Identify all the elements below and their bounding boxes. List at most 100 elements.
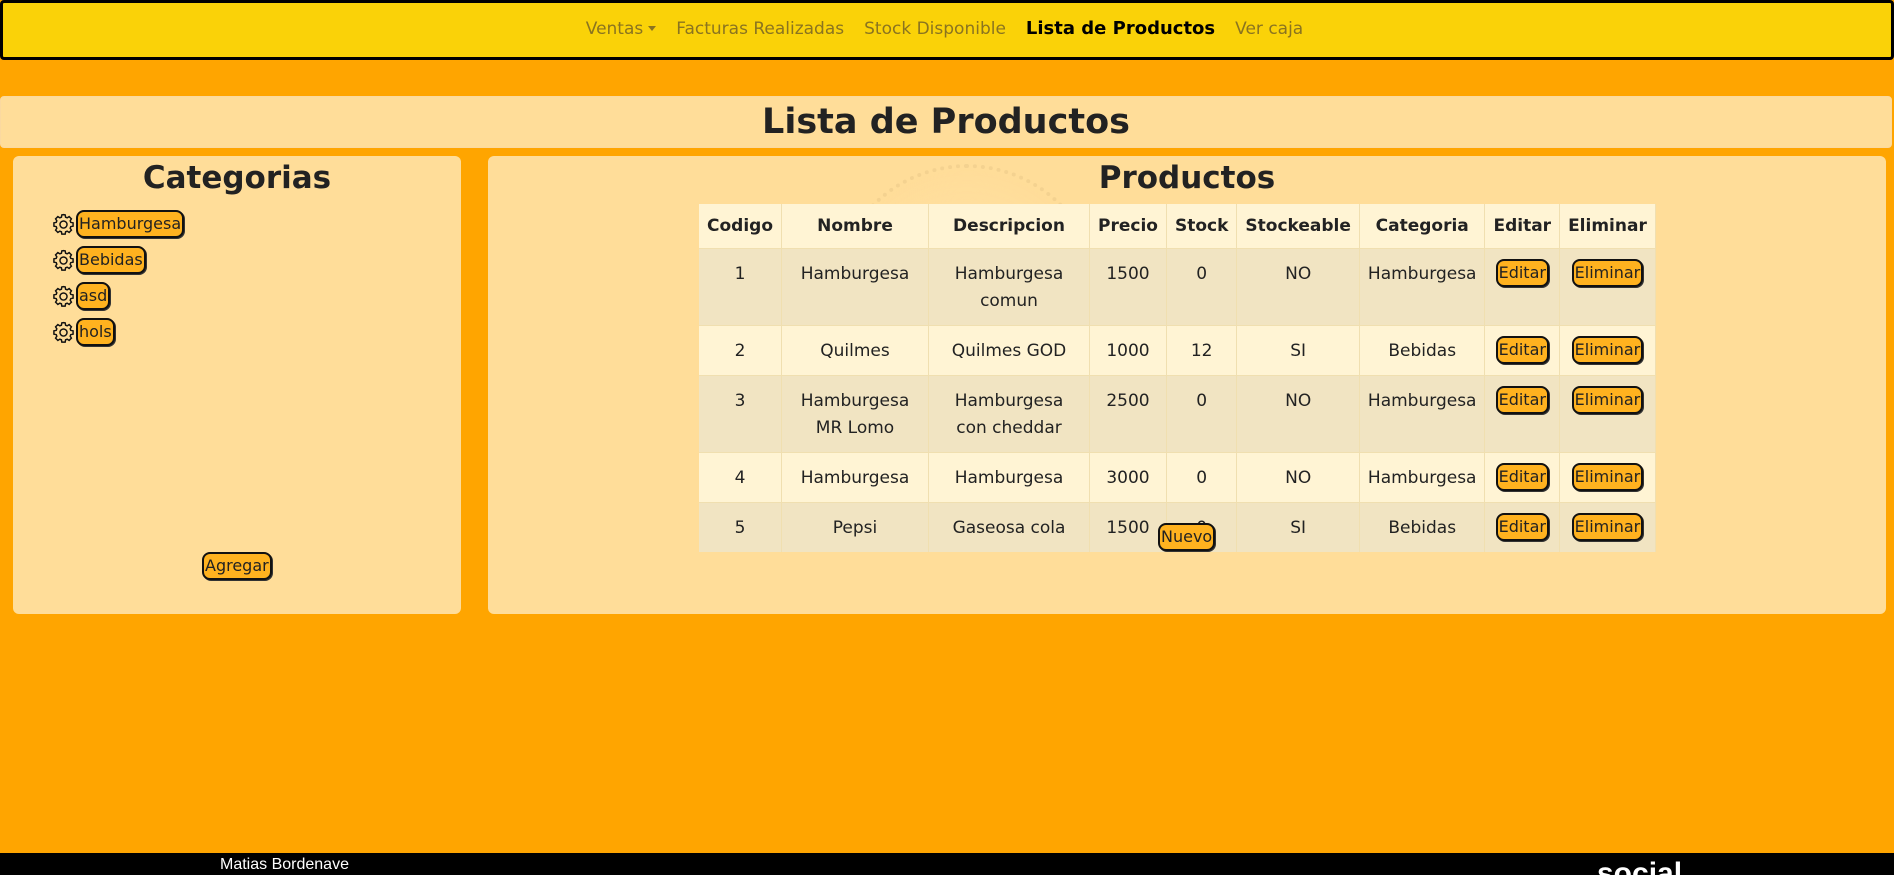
categoria-button[interactable]: Hamburgesa <box>76 210 185 238</box>
caret-down-icon <box>648 25 657 31</box>
cell-codigo: 1 <box>699 248 782 326</box>
cell-stockeable: NO <box>1236 452 1360 503</box>
cell-editar: Editar <box>1484 502 1561 552</box>
cell-stockeable: SI <box>1236 502 1360 552</box>
cell-nombre: Quilmes <box>781 325 929 376</box>
cell-codigo: 2 <box>699 325 782 376</box>
cell-codigo: 4 <box>699 452 782 503</box>
table-header-row: Codigo Nombre Descripcion Precio Stock Stocke… <box>699 204 1656 249</box>
cell-categoria: Bebidas <box>1359 502 1486 552</box>
column-header: Eliminar <box>1559 204 1656 249</box>
top-navbar: Ventas Facturas Realizadas Stock Disponi… <box>0 0 1894 60</box>
cell-descripcion: Quilmes GOD <box>928 325 1090 376</box>
cell-eliminar: Eliminar <box>1559 375 1656 453</box>
table-row: 1 Hamburgesa Hamburgesa comun 1500 0 NO Hambur… <box>699 248 1656 326</box>
footer: Matias Bordenave social <box>0 853 1894 875</box>
categoria-button[interactable]: hols <box>76 318 115 346</box>
cell-nombre: Hamburgesa MR Lomo <box>781 375 929 453</box>
cell-stockeable: NO <box>1236 248 1360 326</box>
cell-eliminar: Eliminar <box>1559 248 1656 326</box>
nav-ventas-dropdown[interactable]: Ventas <box>576 19 666 39</box>
editar-button[interactable]: Editar <box>1495 513 1549 541</box>
cell-nombre: Hamburgesa <box>781 452 929 503</box>
cell-descripcion: Hamburgesa <box>928 452 1090 503</box>
cell-categoria: Hamburgesa <box>1359 452 1486 503</box>
cell-categoria: Bebidas <box>1359 325 1486 376</box>
cell-eliminar: Eliminar <box>1559 502 1656 552</box>
eliminar-button[interactable]: Eliminar <box>1571 513 1644 541</box>
cell-descripcion: Hamburgesa comun <box>928 248 1090 326</box>
cell-codigo: 3 <box>699 375 782 453</box>
cell-nombre: Pepsi <box>781 502 929 552</box>
gear-icon[interactable] <box>51 248 76 273</box>
cell-precio: 2500 <box>1089 375 1167 453</box>
eliminar-button[interactable]: Eliminar <box>1571 463 1644 491</box>
table-row: 4 Hamburgesa Hamburgesa 3000 0 NO Hamburgesa Ed… <box>699 452 1656 503</box>
page-title-bar: Lista de Productos <box>0 96 1892 148</box>
cell-editar: Editar <box>1484 325 1561 376</box>
cell-eliminar: Eliminar <box>1559 452 1656 503</box>
categoria-item: Bebidas <box>51 242 184 278</box>
nav-ventas-label: Ventas <box>585 18 644 39</box>
cell-descripcion: Gaseosa cola <box>928 502 1090 552</box>
cell-editar: Editar <box>1484 375 1561 453</box>
page-title: Lista de Productos <box>762 102 1130 142</box>
editar-button[interactable]: Editar <box>1495 463 1549 491</box>
cell-stock: 0 <box>1166 375 1238 453</box>
categorias-title: Categorias <box>142 160 332 196</box>
eliminar-button[interactable]: Eliminar <box>1571 259 1644 287</box>
productos-table: Codigo Nombre Descripcion Precio Stock Stocke… <box>699 204 1656 552</box>
nav-facturas-realizadas[interactable]: Facturas Realizadas <box>666 19 854 39</box>
cell-precio: 1500 <box>1089 502 1167 552</box>
categoria-item: hols <box>51 314 184 350</box>
productos-title: Productos <box>1098 160 1276 196</box>
cell-precio: 3000 <box>1089 452 1167 503</box>
nav-ver-caja[interactable]: Ver caja <box>1225 19 1313 39</box>
column-header: Precio <box>1089 204 1167 249</box>
agregar-categoria-button[interactable]: Agregar <box>202 552 272 580</box>
eliminar-button[interactable]: Eliminar <box>1571 336 1644 364</box>
productos-panel: Productos Codigo Nombre Descripcion Precio S… <box>488 156 1886 614</box>
gear-icon[interactable] <box>51 284 76 309</box>
nav-lista-de-productos[interactable]: Lista de Productos <box>1016 18 1225 39</box>
column-header: Nombre <box>781 204 929 249</box>
cell-precio: 1000 <box>1089 325 1167 376</box>
cell-precio: 1500 <box>1089 248 1167 326</box>
cell-stock: 0 <box>1166 452 1238 503</box>
cell-editar: Editar <box>1484 248 1561 326</box>
table-row: 3 Hamburgesa MR Lomo Hamburgesa con chedda… <box>699 375 1656 453</box>
column-header: Editar <box>1484 204 1561 249</box>
cell-stock: 0 <box>1166 248 1238 326</box>
eliminar-button[interactable]: Eliminar <box>1571 386 1644 414</box>
gear-icon[interactable] <box>51 320 76 345</box>
column-header: Stock <box>1166 204 1238 249</box>
categorias-panel: Categorias Hamburgesa Bebidas asd hols Agre… <box>13 156 461 614</box>
nuevo-producto-button[interactable]: Nuevo <box>1158 523 1216 551</box>
column-header: Descripcion <box>928 204 1090 249</box>
column-header: Categoria <box>1359 204 1486 249</box>
categoria-button[interactable]: asd <box>76 282 111 310</box>
cell-stockeable: NO <box>1236 375 1360 453</box>
footer-social-heading: social <box>1597 857 1683 875</box>
categoria-button[interactable]: Bebidas <box>76 246 146 274</box>
cell-editar: Editar <box>1484 452 1561 503</box>
cell-stock: 12 <box>1166 325 1238 376</box>
column-header: Codigo <box>699 204 782 249</box>
cell-eliminar: Eliminar <box>1559 325 1656 376</box>
cell-nombre: Hamburgesa <box>781 248 929 326</box>
nav-stock-disponible[interactable]: Stock Disponible <box>854 19 1016 39</box>
column-header: Stockeable <box>1236 204 1360 249</box>
categoria-item: asd <box>51 278 184 314</box>
productos-table-wrap: Codigo Nombre Descripcion Precio Stock Stocke… <box>699 204 1656 552</box>
editar-button[interactable]: Editar <box>1495 259 1549 287</box>
gear-icon[interactable] <box>51 212 76 237</box>
nav-items: Ventas Facturas Realizadas Stock Disponi… <box>576 18 1313 39</box>
categoria-item: Hamburgesa <box>51 206 185 242</box>
editar-button[interactable]: Editar <box>1495 386 1549 414</box>
editar-button[interactable]: Editar <box>1495 336 1549 364</box>
cell-categoria: Hamburgesa <box>1359 248 1486 326</box>
cell-stockeable: SI <box>1236 325 1360 376</box>
cell-categoria: Hamburgesa <box>1359 375 1486 453</box>
footer-author: Matias Bordenave <box>220 856 349 873</box>
table-body: 1 Hamburgesa Hamburgesa comun 1500 0 NO Hambur… <box>699 248 1656 552</box>
